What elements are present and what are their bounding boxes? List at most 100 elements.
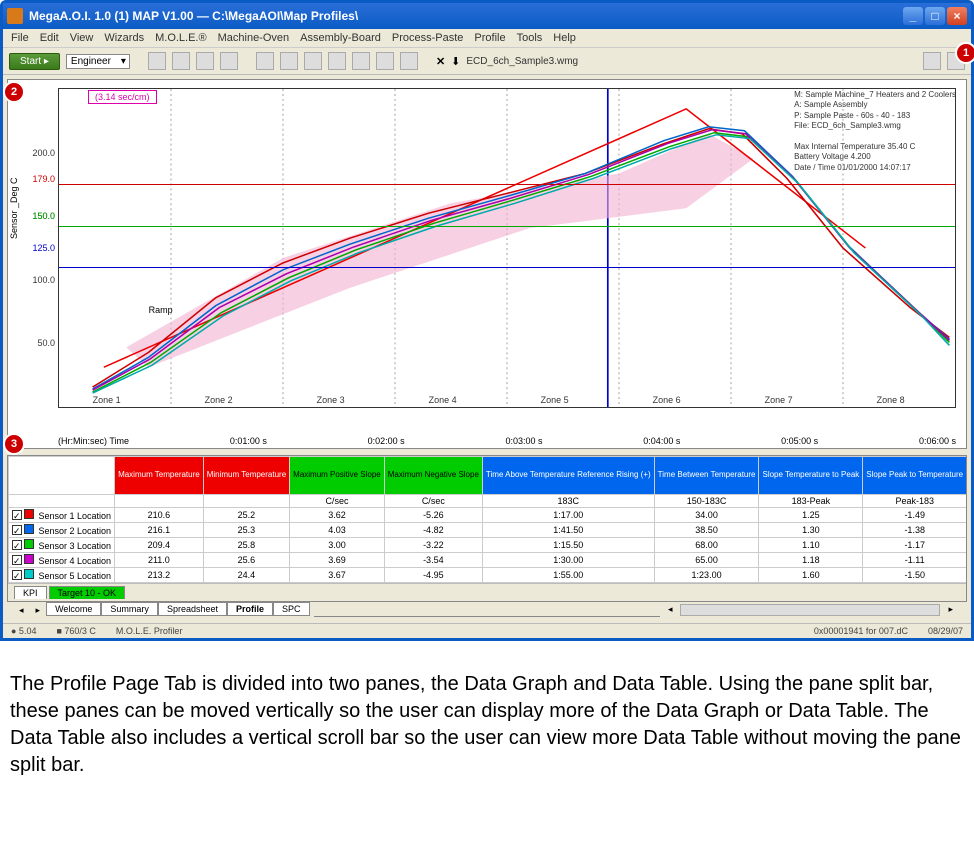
col-header[interactable]: Time Above Temperature Reference Rising … <box>482 457 654 495</box>
data-cell: -3.22 <box>384 538 482 553</box>
data-cell: 3.62 <box>290 508 385 523</box>
data-cell: 38.50 <box>654 523 759 538</box>
hscroll-left[interactable]: ◂ <box>660 604 681 617</box>
col-header[interactable]: Slope Peak to Temperature <box>863 457 967 495</box>
start-button[interactable]: Start ▸ <box>9 53 60 70</box>
data-cell: 1.25 <box>759 508 863 523</box>
page-tab-spc[interactable]: SPC <box>273 602 310 616</box>
window-title: MegaA.O.I. 1.0 (1) MAP V1.00 — C:\MegaAO… <box>29 9 903 23</box>
data-cell: 25.2 <box>203 508 289 523</box>
tab-nav-right[interactable]: ▸ <box>30 604 47 617</box>
toolbar-icon-2[interactable] <box>172 52 190 70</box>
row-checkbox[interactable]: ✓ <box>12 570 22 580</box>
tab-nav-left[interactable]: ◂ <box>13 604 30 617</box>
chart-area[interactable]: Ramp Zone 1Zone 2Zone 3Zone 4Zone 5Zone … <box>58 88 956 408</box>
titlebar: MegaA.O.I. 1.0 (1) MAP V1.00 — C:\MegaAO… <box>3 3 971 29</box>
zone-label: Zone 7 <box>765 395 793 405</box>
y-tick: 50.0 <box>37 338 59 348</box>
col-subheader: 150-183C <box>654 495 759 508</box>
menu-file[interactable]: File <box>11 32 29 44</box>
menu-tools[interactable]: Tools <box>517 32 543 44</box>
menu-processpaste[interactable]: Process-Paste <box>392 32 464 44</box>
maximize-button[interactable]: □ <box>925 7 945 25</box>
col-header[interactable] <box>9 457 115 495</box>
row-checkbox[interactable]: ✓ <box>12 510 22 520</box>
menu-assemblyboard[interactable]: Assembly-Board <box>300 32 381 44</box>
toolbar-icon-6[interactable] <box>280 52 298 70</box>
zone-label: Zone 5 <box>541 395 569 405</box>
toolbar-icon-1[interactable] <box>148 52 166 70</box>
menu-mole[interactable]: M.O.L.E.® <box>155 32 207 44</box>
data-table-pane: Maximum TemperatureMinimum TemperatureMa… <box>7 455 967 602</box>
page-tab-welcome[interactable]: Welcome <box>46 602 101 616</box>
table-tab[interactable]: Target 10 - OK <box>49 586 126 599</box>
data-cell: 1:23.00 <box>654 568 759 583</box>
col-header[interactable]: Maximum Temperature <box>115 457 204 495</box>
zone-label: Zone 4 <box>429 395 457 405</box>
page-tab-spreadsheet[interactable]: Spreadsheet <box>158 602 227 616</box>
mode-select[interactable]: Engineer <box>66 54 130 69</box>
data-cell: 25.6 <box>203 553 289 568</box>
data-cell: 1.30 <box>759 523 863 538</box>
data-cell: 34.00 <box>654 508 759 523</box>
y-ref-tick: 150.0 <box>32 211 59 221</box>
data-cell: 1.18 <box>759 553 863 568</box>
y-ref-tick: 125.0 <box>32 243 59 253</box>
sensor-name-cell: ✓ Sensor 5 Location <box>9 568 115 583</box>
toolbar-icon-8[interactable] <box>328 52 346 70</box>
x-tick: 0:02:00 s <box>368 436 405 446</box>
page-tab-summary[interactable]: Summary <box>101 602 158 616</box>
toolbar-icon-5[interactable] <box>256 52 274 70</box>
data-cell: 65.00 <box>654 553 759 568</box>
row-checkbox[interactable]: ✓ <box>12 525 22 535</box>
data-cell: 1.60 <box>759 568 863 583</box>
col-header[interactable]: Maximum Positive Slope <box>290 457 385 495</box>
data-table: Maximum TemperatureMinimum TemperatureMa… <box>8 456 967 583</box>
table-tabs: KPITarget 10 - OK <box>8 583 966 601</box>
toolbar-icon-10[interactable] <box>376 52 394 70</box>
toolbar-icon-4[interactable] <box>220 52 238 70</box>
data-cell: -1.38 <box>863 523 967 538</box>
table-row[interactable]: ✓ Sensor 3 Location209.425.83.00-3.221:1… <box>9 538 968 553</box>
col-header[interactable]: Maximum Negative Slope <box>384 457 482 495</box>
table-tab[interactable]: KPI <box>14 586 47 599</box>
col-header[interactable]: Time Between Temperature <box>654 457 759 495</box>
minimize-button[interactable]: _ <box>903 7 923 25</box>
table-row[interactable]: ✓ Sensor 1 Location210.625.23.62-5.261:1… <box>9 508 968 523</box>
menu-profile[interactable]: Profile <box>474 32 505 44</box>
toolbar-icon-9[interactable] <box>352 52 370 70</box>
menu-wizards[interactable]: Wizards <box>104 32 144 44</box>
toolbar-x-icon[interactable]: ✕ <box>436 55 445 68</box>
row-checkbox[interactable]: ✓ <box>12 540 22 550</box>
menu-help[interactable]: Help <box>553 32 576 44</box>
menu-machineoven[interactable]: Machine-Oven <box>218 32 290 44</box>
content-area: 2 3 (3.14 sec/cm) M: Sample Machine_7 He… <box>3 75 971 623</box>
menu-edit[interactable]: Edit <box>40 32 59 44</box>
toolbar-icon-11[interactable] <box>400 52 418 70</box>
status-3: M.O.L.E. Profiler <box>116 626 183 636</box>
y-axis-label: Sensor _Deg C <box>9 177 19 239</box>
zone-label: Zone 3 <box>317 395 345 405</box>
sensor-name-cell: ✓ Sensor 2 Location <box>9 523 115 538</box>
row-checkbox[interactable]: ✓ <box>12 555 22 565</box>
toolbar-icon-3[interactable] <box>196 52 214 70</box>
status-2: ■ 760/3 C <box>56 626 95 636</box>
data-cell: 1:41.50 <box>482 523 654 538</box>
table-row[interactable]: ✓ Sensor 2 Location216.125.34.03-4.821:4… <box>9 523 968 538</box>
sensor-color-icon <box>24 524 34 534</box>
col-header[interactable]: Slope Temperature to Peak <box>759 457 863 495</box>
col-header[interactable]: Minimum Temperature <box>203 457 289 495</box>
menu-view[interactable]: View <box>70 32 94 44</box>
ref-line-red <box>59 184 955 185</box>
toolbar-icon-7[interactable] <box>304 52 322 70</box>
toolbar-down-icon[interactable]: ⬇ <box>451 55 460 68</box>
x-axis-label: (Hr:Min:sec) Time <box>58 436 129 446</box>
table-row[interactable]: ✓ Sensor 5 Location213.224.43.67-4.951:5… <box>9 568 968 583</box>
hscrollbar[interactable] <box>680 604 940 616</box>
page-tab-profile[interactable]: Profile <box>227 602 273 616</box>
close-button[interactable]: × <box>947 7 967 25</box>
toolbar-up-button[interactable] <box>923 52 941 70</box>
table-row[interactable]: ✓ Sensor 4 Location211.025.63.69-3.541:3… <box>9 553 968 568</box>
zone-label: Zone 1 <box>93 395 121 405</box>
hscroll-right[interactable]: ▸ <box>940 604 961 617</box>
